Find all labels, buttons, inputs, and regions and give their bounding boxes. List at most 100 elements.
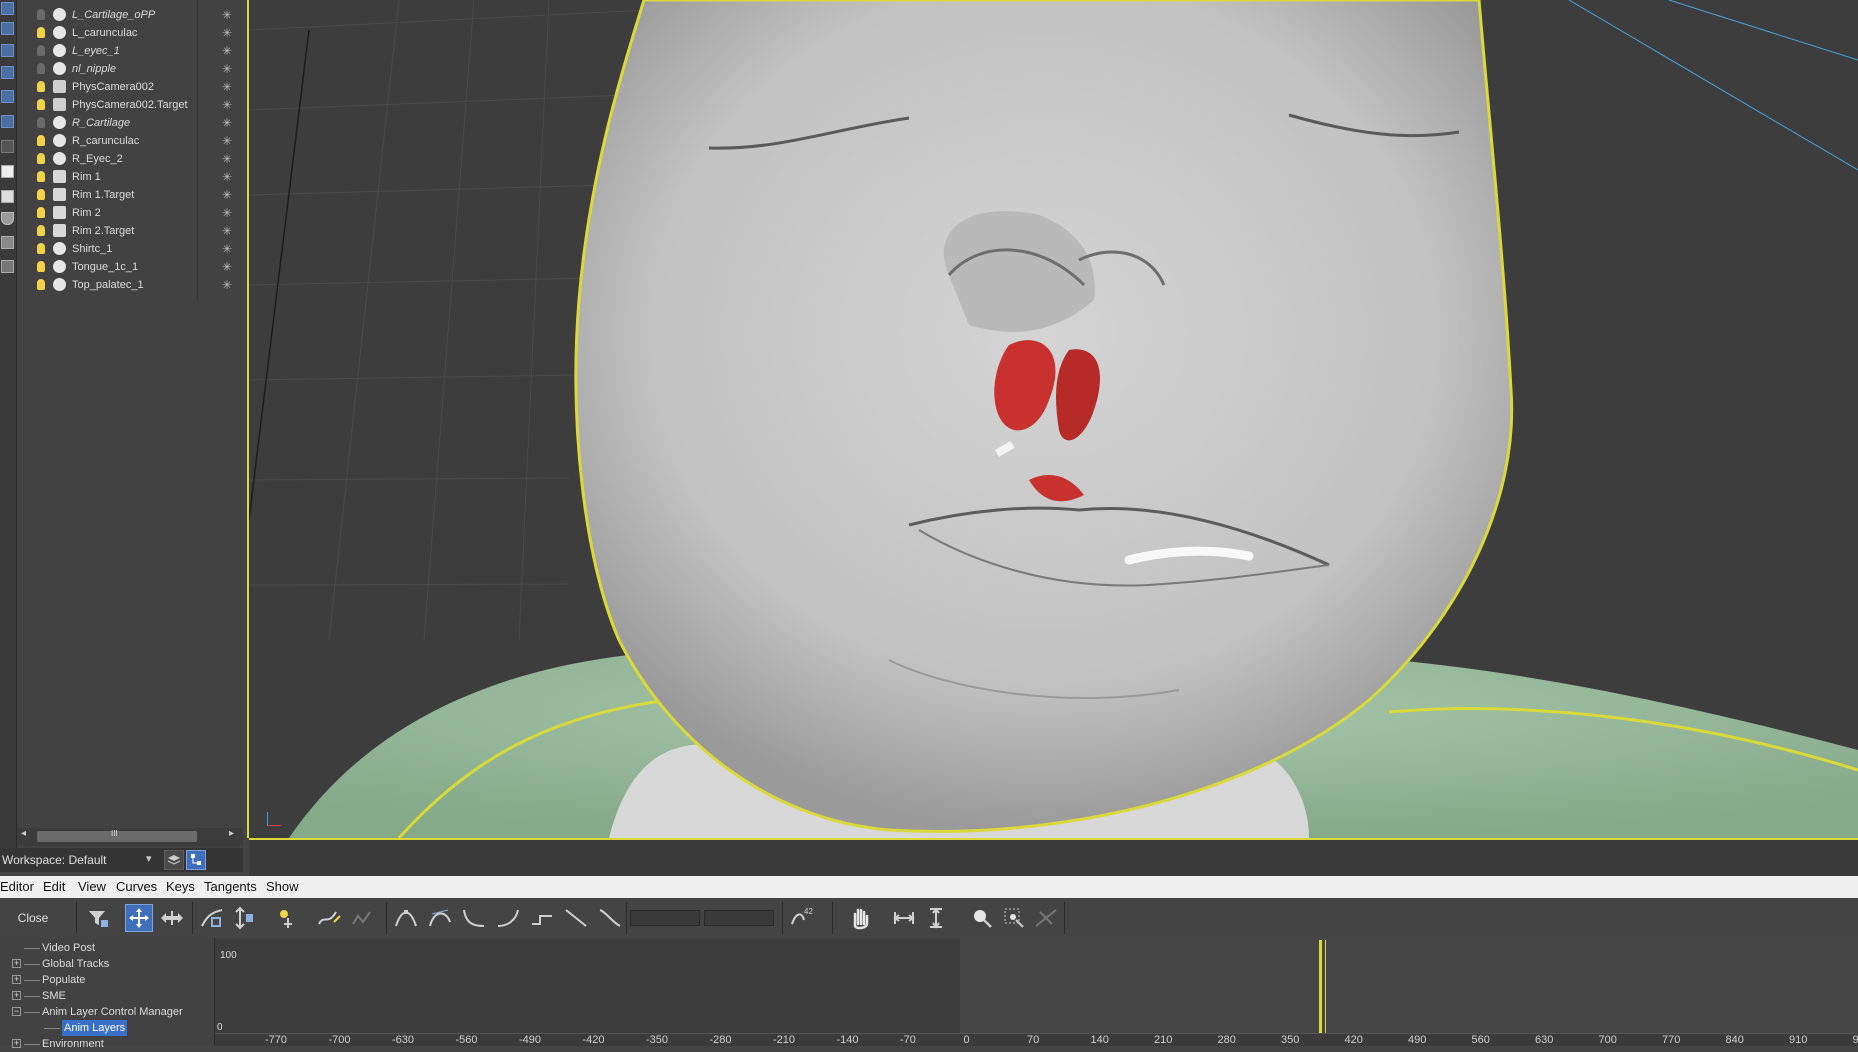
expand-toggle-icon[interactable]: − bbox=[12, 1007, 21, 1016]
menu-editor[interactable]: Editor bbox=[0, 879, 34, 894]
track-item[interactable]: +Populate bbox=[0, 972, 214, 988]
time-slider-marker[interactable] bbox=[1319, 940, 1322, 1033]
freeze-icon[interactable]: ✳ bbox=[222, 168, 232, 186]
scene-item[interactable]: nl_nipple✳ bbox=[17, 60, 243, 78]
scene-item[interactable]: L_Cartilage_oPP✳ bbox=[17, 6, 243, 24]
menu-view[interactable]: View bbox=[78, 879, 106, 894]
reduce-keys-icon[interactable] bbox=[348, 904, 376, 932]
layers-icon[interactable] bbox=[164, 850, 184, 870]
frame-field[interactable] bbox=[630, 910, 700, 926]
track-item[interactable]: Anim Layers bbox=[0, 1020, 214, 1036]
track-item[interactable]: +Global Tracks bbox=[0, 956, 214, 972]
freeze-icon[interactable]: ✳ bbox=[222, 60, 232, 78]
visibility-bulb-icon[interactable] bbox=[37, 9, 45, 20]
toggle-icon[interactable] bbox=[1, 260, 14, 273]
scene-item[interactable]: L_carunculac✳ bbox=[17, 24, 243, 42]
display-icon[interactable] bbox=[1, 90, 14, 103]
linear-tangent-icon[interactable] bbox=[562, 904, 590, 932]
track-item[interactable]: +SME bbox=[0, 988, 214, 1004]
scale-keys-icon[interactable] bbox=[198, 904, 226, 932]
freeze-icon[interactable]: ✳ bbox=[222, 78, 232, 96]
visibility-bulb-icon[interactable] bbox=[37, 153, 45, 164]
slide-keys-icon[interactable] bbox=[158, 904, 186, 932]
menu-show[interactable]: Show bbox=[266, 879, 299, 894]
sort-icon[interactable] bbox=[1, 236, 14, 249]
draw-curves-icon[interactable] bbox=[314, 904, 342, 932]
utilities-icon[interactable] bbox=[1, 115, 14, 128]
menu-tangents[interactable]: Tangents bbox=[204, 879, 257, 894]
scene-item[interactable]: L_eyec_1✳ bbox=[17, 42, 243, 60]
zoom-icon[interactable] bbox=[968, 904, 996, 932]
filter-icon[interactable] bbox=[84, 904, 112, 932]
layer-icon[interactable] bbox=[1, 140, 14, 153]
page-icon[interactable] bbox=[1, 165, 14, 178]
hierarchy-view-icon[interactable] bbox=[186, 850, 206, 870]
scene-item[interactable]: Rim 2.Target✳ bbox=[17, 222, 243, 240]
add-keys-icon[interactable] bbox=[274, 904, 302, 932]
visibility-bulb-icon[interactable] bbox=[37, 261, 45, 272]
list-icon[interactable] bbox=[1, 190, 14, 203]
visibility-bulb-icon[interactable] bbox=[37, 243, 45, 254]
track-item[interactable]: Video Post bbox=[0, 940, 214, 956]
motion-icon[interactable] bbox=[1, 66, 14, 79]
scene-item[interactable]: Top_palatec_1✳ bbox=[17, 276, 243, 294]
visibility-bulb-icon[interactable] bbox=[37, 63, 45, 74]
zoom-region-icon[interactable] bbox=[1000, 904, 1028, 932]
auto-tangent-icon[interactable] bbox=[392, 904, 420, 932]
scene-item[interactable]: PhysCamera002.Target✳ bbox=[17, 96, 243, 114]
freeze-icon[interactable]: ✳ bbox=[222, 6, 232, 24]
freeze-icon[interactable]: ✳ bbox=[222, 132, 232, 150]
expand-toggle-icon[interactable]: + bbox=[12, 959, 21, 968]
scroll-right-icon[interactable]: ▸ bbox=[229, 828, 234, 839]
menu-keys[interactable]: Keys bbox=[166, 879, 195, 894]
visibility-bulb-icon[interactable] bbox=[37, 45, 45, 56]
curve-params-icon[interactable]: 42 bbox=[788, 904, 816, 932]
spline-tangent-icon[interactable] bbox=[426, 904, 454, 932]
value-field[interactable] bbox=[704, 910, 774, 926]
expand-toggle-icon[interactable]: + bbox=[12, 975, 21, 984]
zoom-horizontal-extents-icon[interactable] bbox=[890, 904, 918, 932]
modify-icon[interactable] bbox=[1, 22, 14, 35]
frame-ruler[interactable]: -770-700-630-560-490-420-350-280-210-140… bbox=[215, 1033, 1858, 1046]
isolate-curve-icon[interactable] bbox=[1032, 904, 1060, 932]
menu-curves[interactable]: Curves bbox=[116, 879, 157, 894]
visibility-bulb-icon[interactable] bbox=[37, 207, 45, 218]
expand-toggle-icon[interactable]: + bbox=[12, 991, 21, 1000]
freeze-icon[interactable]: ✳ bbox=[222, 114, 232, 132]
freeze-icon[interactable]: ✳ bbox=[222, 42, 232, 60]
freeze-icon[interactable]: ✳ bbox=[222, 186, 232, 204]
freeze-icon[interactable]: ✳ bbox=[222, 240, 232, 258]
scroll-left-icon[interactable]: ◂ bbox=[21, 828, 26, 839]
track-item[interactable]: −Anim Layer Control Manager bbox=[0, 1004, 214, 1020]
scene-item[interactable]: Rim 2✳ bbox=[17, 204, 243, 222]
filter-icon[interactable] bbox=[1, 212, 14, 225]
freeze-icon[interactable]: ✳ bbox=[222, 204, 232, 222]
visibility-bulb-icon[interactable] bbox=[37, 279, 45, 290]
scene-item[interactable]: Rim 1✳ bbox=[17, 168, 243, 186]
hierarchy-icon[interactable] bbox=[1, 44, 14, 57]
visibility-bulb-icon[interactable] bbox=[37, 27, 45, 38]
visibility-bulb-icon[interactable] bbox=[37, 99, 45, 110]
expand-toggle-icon[interactable]: + bbox=[12, 1039, 21, 1048]
freeze-icon[interactable]: ✳ bbox=[222, 222, 232, 240]
freeze-icon[interactable]: ✳ bbox=[222, 150, 232, 168]
close-button[interactable]: Close bbox=[8, 906, 58, 930]
freeze-icon[interactable]: ✳ bbox=[222, 258, 232, 276]
freeze-icon[interactable]: ✳ bbox=[222, 96, 232, 114]
menu-edit[interactable]: Edit bbox=[43, 879, 65, 894]
visibility-bulb-icon[interactable] bbox=[37, 225, 45, 236]
scale-values-icon[interactable] bbox=[230, 904, 258, 932]
perspective-viewport[interactable] bbox=[249, 0, 1858, 838]
scene-horizontal-scrollbar[interactable]: ◂ III ▸ bbox=[17, 828, 243, 846]
workspace-selector[interactable]: Workspace: Default bbox=[2, 853, 107, 867]
freeze-icon[interactable]: ✳ bbox=[222, 276, 232, 294]
scene-item[interactable]: R_Eyec_2✳ bbox=[17, 150, 243, 168]
curve-graph[interactable]: 100 0 bbox=[215, 938, 1858, 1033]
visibility-bulb-icon[interactable] bbox=[37, 135, 45, 146]
scene-item[interactable]: PhysCamera002✳ bbox=[17, 78, 243, 96]
visibility-bulb-icon[interactable] bbox=[37, 81, 45, 92]
workspace-dropdown-icon[interactable]: ▾ bbox=[146, 852, 152, 865]
zoom-value-extents-icon[interactable] bbox=[922, 904, 950, 932]
scene-item[interactable]: Shirtc_1✳ bbox=[17, 240, 243, 258]
freeze-icon[interactable]: ✳ bbox=[222, 24, 232, 42]
